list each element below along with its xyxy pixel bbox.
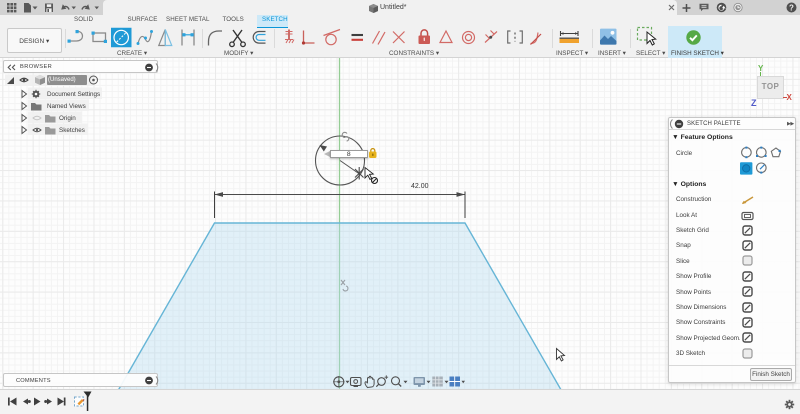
svg-text:?: ? — [789, 3, 794, 12]
